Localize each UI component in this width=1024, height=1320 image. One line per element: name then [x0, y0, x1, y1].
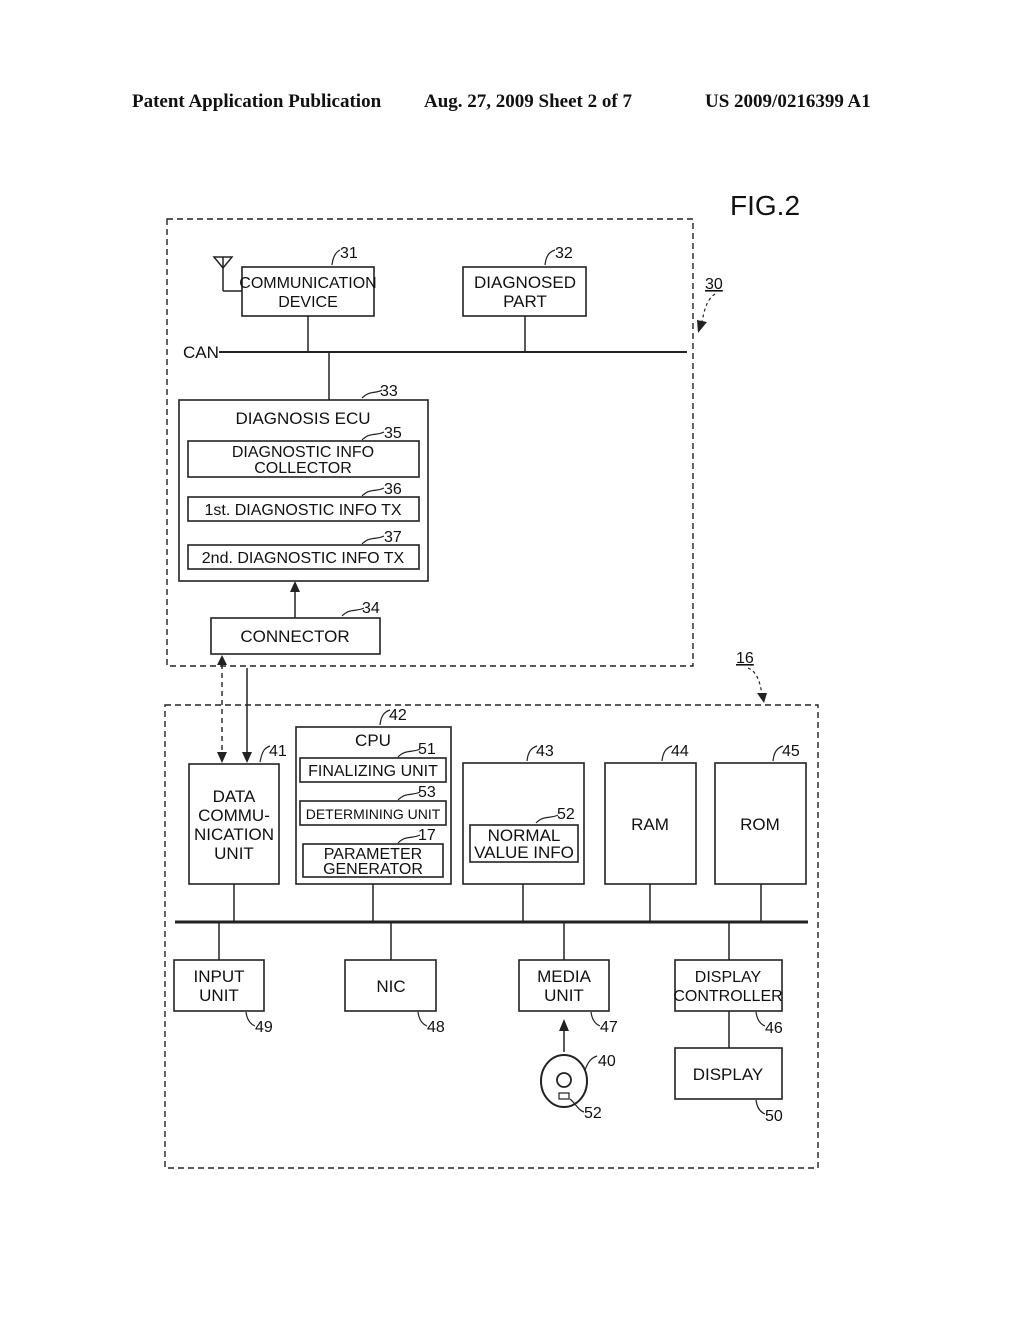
svg-text:UNIT: UNIT: [544, 986, 584, 1005]
svg-text:CONTROLLER: CONTROLLER: [673, 988, 782, 1005]
ref-48: 48: [427, 1019, 445, 1036]
svg-text:DISPLAY: DISPLAY: [693, 1065, 764, 1084]
ref-33-leader: [361, 389, 383, 399]
display: DISPLAY: [674, 1047, 783, 1100]
svg-text:COMMUNICATION: COMMUNICATION: [239, 275, 376, 292]
ref-50: 50: [765, 1108, 783, 1125]
arrow-down-icon: [242, 752, 252, 763]
ref-17: 17: [418, 827, 436, 844]
ref-47: 47: [600, 1019, 618, 1036]
ref-44: 44: [671, 743, 689, 760]
svg-text:ROM: ROM: [740, 815, 780, 834]
patent-number: US 2009/0216399 A1: [705, 91, 871, 112]
svg-text:DETERMINING UNIT: DETERMINING UNIT: [306, 806, 441, 822]
ref-34-leader: [341, 607, 365, 617]
svg-text:COMMU-: COMMU-: [198, 806, 270, 825]
disc-icon: [540, 1054, 588, 1108]
arrow-up-icon: [559, 1019, 569, 1031]
svg-text:COLLECTOR: COLLECTOR: [254, 460, 352, 477]
arrow-down-icon: [217, 752, 227, 763]
patent-figure: Patent Application Publication Aug. 27, …: [132, 91, 871, 1169]
svg-text:DIAGNOSTIC INFO: DIAGNOSTIC INFO: [232, 444, 374, 461]
svg-text:VALUE INFO: VALUE INFO: [474, 843, 574, 862]
svg-text:GENERATOR: GENERATOR: [323, 861, 423, 878]
ref-45: 45: [782, 743, 800, 760]
svg-text:CONNECTOR: CONNECTOR: [240, 627, 349, 646]
can-label: CAN: [183, 343, 219, 362]
svg-text:UNIT: UNIT: [199, 986, 239, 1005]
data-communication-unit: DATA COMMU- NICATION UNIT: [188, 763, 280, 885]
svg-text:FINALIZING UNIT: FINALIZING UNIT: [308, 763, 438, 780]
storage-unit: NORMAL VALUE INFO: [462, 762, 585, 885]
ref-36: 36: [384, 481, 402, 498]
date-sheet: Aug. 27, 2009 Sheet 2 of 7: [424, 91, 632, 112]
ref-disc-52: 52: [584, 1105, 602, 1122]
ref-43: 43: [536, 743, 554, 760]
nic: NIC: [344, 959, 437, 1012]
svg-text:INPUT: INPUT: [194, 967, 245, 986]
rom: ROM: [714, 762, 807, 885]
vehicle-ref: 30: [705, 276, 723, 293]
ref-52: 52: [557, 806, 575, 823]
ecu-title: DIAGNOSIS ECU: [235, 409, 370, 428]
svg-text:DIAGNOSED: DIAGNOSED: [474, 273, 576, 292]
ram: RAM: [604, 762, 697, 885]
ref-33: 33: [380, 383, 398, 400]
vehicle-ref-leader: [701, 293, 716, 323]
arrow-up-icon: [290, 581, 300, 592]
ref-46-leader: [755, 1011, 766, 1027]
ref-42: 42: [389, 707, 407, 724]
cpu-title: CPU: [355, 731, 391, 750]
device-ref-arrow: [757, 693, 767, 703]
diagnosed-part: DIAGNOSED PART: [462, 266, 587, 317]
ref-31: 31: [340, 245, 358, 262]
ref-32: 32: [555, 245, 573, 262]
ref-34: 34: [362, 600, 380, 617]
ref-51: 51: [418, 741, 436, 758]
svg-text:NIC: NIC: [376, 977, 405, 996]
svg-text:RAM: RAM: [631, 815, 669, 834]
figure-label: FIG.2: [730, 190, 800, 221]
ref-48-leader: [417, 1011, 428, 1027]
ref-40: 40: [598, 1053, 616, 1070]
svg-text:UNIT: UNIT: [214, 844, 254, 863]
svg-text:DATA: DATA: [213, 787, 256, 806]
input-unit: INPUT UNIT: [173, 959, 265, 1012]
svg-text:1st. DIAGNOSTIC INFO TX: 1st. DIAGNOSTIC INFO TX: [204, 502, 401, 519]
ref-49: 49: [255, 1019, 273, 1036]
svg-text:2nd. DIAGNOSTIC INFO TX: 2nd. DIAGNOSTIC INFO TX: [202, 550, 405, 567]
svg-text:DEVICE: DEVICE: [278, 294, 338, 311]
device-ref-leader: [747, 667, 763, 695]
ref-50-leader: [755, 1099, 766, 1115]
ref-40-leader: [584, 1055, 598, 1071]
ref-32-leader: [544, 249, 556, 266]
ref-46: 46: [765, 1020, 783, 1037]
publication-title: Patent Application Publication: [132, 91, 382, 112]
antenna-icon: [212, 256, 242, 292]
connector: CONNECTOR: [210, 617, 381, 655]
ref-37: 37: [384, 529, 402, 546]
device-ref: 16: [736, 650, 754, 667]
svg-text:NICATION: NICATION: [194, 825, 274, 844]
ref-41: 41: [269, 743, 287, 760]
ref-31-leader: [331, 249, 341, 266]
communication-device: COMMUNICATION DEVICE: [239, 266, 377, 317]
ref-35: 35: [384, 425, 402, 442]
ref-47-leader: [590, 1011, 601, 1027]
vehicle-ref-arrow: [697, 320, 707, 333]
media-unit: MEDIA UNIT: [518, 959, 610, 1012]
svg-text:DISPLAY: DISPLAY: [695, 969, 762, 986]
display-controller: DISPLAY CONTROLLER: [673, 959, 783, 1012]
ref-49-leader: [245, 1011, 256, 1027]
arrow-up-icon: [217, 655, 227, 665]
svg-text:MEDIA: MEDIA: [537, 967, 592, 986]
ref-53: 53: [418, 784, 436, 801]
svg-text:PART: PART: [503, 292, 547, 311]
